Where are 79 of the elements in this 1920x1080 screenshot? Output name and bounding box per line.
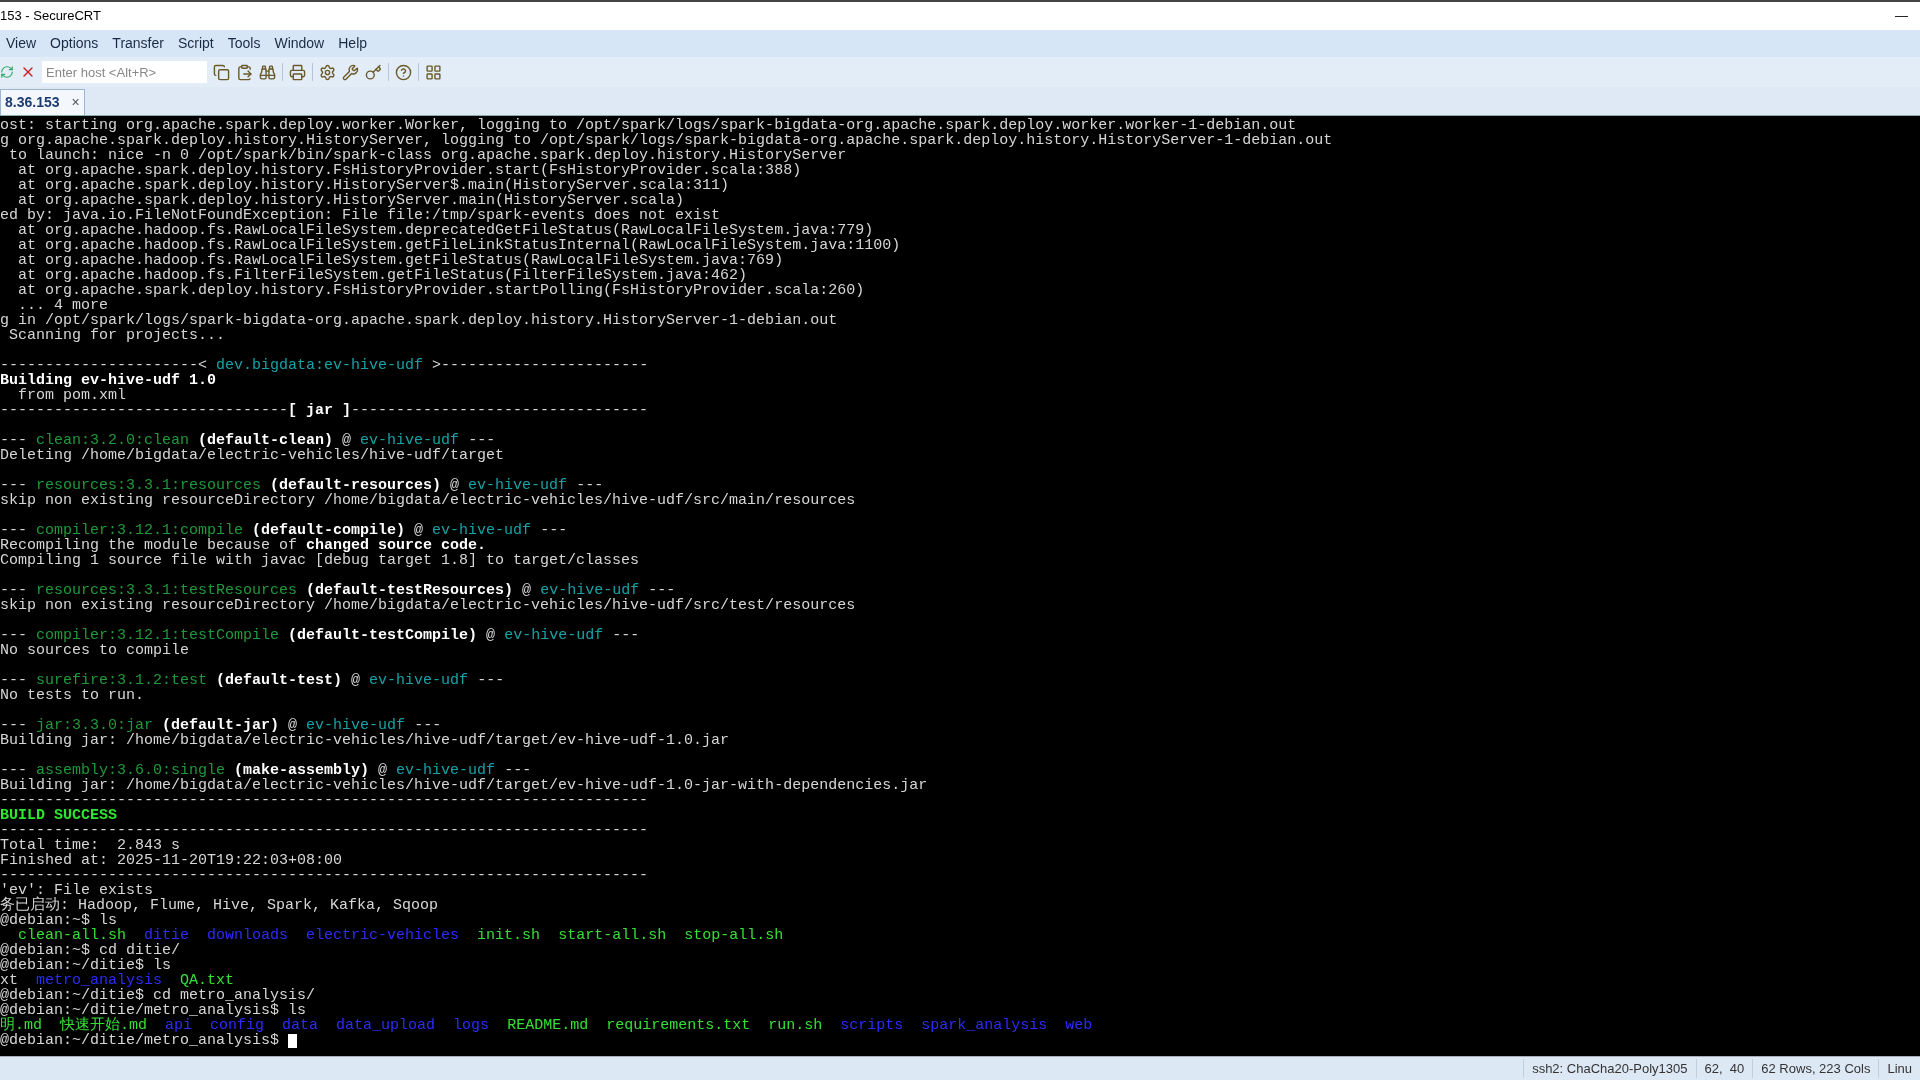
window-title: 153 - SecureCRT [0,7,101,26]
status-text: 62, 40 [1695,1058,1753,1079]
terminal-line: g org.apache.spark.deploy.history.HistoryServer, logging to /opt/spark/logs/spark-bigdata-org.apache.spark.deploy.history.HistoryServer-1-debian.out [0,133,1333,148]
terminal-line: --------------------------------[ jar ]--------------------------------- [0,403,649,418]
terminal-line: to launch: nice -n 0 /opt/spark/bin/spark-class org.apache.spark.deploy.history.HistoryServer [8,148,847,163]
terminal-line: ed by: java.io.FileNotFoundException: File file:/tmp/spark-events does not exist [0,208,721,223]
terminal-line: Building jar: /home/bigdata/electric-vehicles/hive-udf/target/ev-hive-udf-1.0.jar [0,733,730,748]
tab-close-button[interactable]: × [71,92,80,113]
menu-item[interactable]: Script [171,33,220,54]
terminal-line: ------------------------------------------------------------------------ [0,823,649,838]
terminal-line: xt metro_analysis QA.txt [0,973,235,988]
terminal-line: No sources to compile [0,643,190,658]
terminal-line: at org.apache.spark.deploy.history.HistoryServer.main(HistoryServer.scala) [17,193,685,208]
wrench-icon[interactable] [342,63,359,81]
menu-item[interactable]: Tools [221,33,267,54]
terminal-line: Compiling 1 source file with javac [debug target 1.8] to target/classes [0,553,640,568]
host-field[interactable]: Enter host <Alt+R> [42,61,207,83]
terminal-line: Scanning for projects... [8,328,226,343]
terminal-line: No tests to run. [0,688,145,703]
terminal-line: BUILD SUCCESS [0,808,118,823]
terminal-line: @debian:~/ditie/metro_analysis$ [0,1033,280,1048]
terminal-line: Deleting /home/bigdata/electric-vehicles/hive-udf/target [0,448,505,463]
menu-item[interactable]: Window [268,33,331,54]
printer-icon[interactable] [289,63,306,81]
terminal-line: @debian:~$ ls [0,913,118,928]
menu-item[interactable]: View [0,33,43,54]
status-text: 62 Rows, 223 Cols [1752,1058,1879,1079]
session-tab[interactable]: 8.36.153 × [0,89,85,115]
terminal-line: Recompiling the module because of changed source code. [0,538,487,553]
terminal-line: --- resources:3.3.1:resources (default-resources) @ ev-hive-udf --- [0,478,604,493]
status-text: ssh2: ChaCha20-Poly1305 [1523,1058,1696,1079]
terminal-line: skip non existing resourceDirectory /home/bigdata/electric-vehicles/hive-udf/src/test/resources [0,598,856,613]
terminal-line: --- surefire:3.1.2:test (default-test) @ ev-hive-udf --- [0,673,505,688]
terminal-line: --- resources:3.3.1:testResources (default-testResources) @ ev-hive-udf --- [0,583,676,598]
terminal-line: at org.apache.hadoop.fs.RawLocalFileSystem.getFileStatus(RawLocalFileSystem.java:769) [17,253,784,268]
terminal-line: Total time: 2.843 s [0,838,181,853]
terminal-line: from pom.xml [18,388,127,403]
terminal-line: skip non existing resourceDirectory /home/bigdata/electric-vehicles/hive-udf/src/main/resources [0,493,856,508]
help-icon[interactable] [395,63,412,81]
terminal-line: @debian:~/ditie$ ls [0,958,172,973]
terminal-line: 务已启动: Hadoop, Flume, Hive, Spark, Kafka, Sqoop [0,898,439,913]
terminal-line: --- jar:3.3.0:jar (default-jar) @ ev-hive-udf --- [0,718,442,733]
terminal-line: at org.apache.hadoop.fs.RawLocalFileSystem.deprecatedGetFileStatus(RawLocalFileSystem.java:779) [17,223,874,238]
terminal-line: clean-all.sh ditie downloads electric-vehicles init.sh start-all.sh stop-all.sh [18,928,784,943]
terminal-line: --- compiler:3.12.1:testCompile (default-testCompile) @ ev-hive-udf --- [0,628,640,643]
menu-item[interactable]: Transfer [106,33,170,54]
settings-icon[interactable] [319,63,336,81]
status-text: Linu [1878,1058,1920,1079]
menu-item[interactable]: Help [332,33,374,54]
terminal-line: ... 4 more [17,298,109,313]
terminal-line: at org.apache.hadoop.fs.FilterFileSystem.getFileStatus(FilterFileSystem.java:462) [17,268,748,283]
terminal-line: Building jar: /home/bigdata/electric-vehicles/hive-udf/target/ev-hive-udf-1.0-jar-with-dependencies.jar [0,778,928,793]
terminal-line: ------------------------------------------------------------------------ [0,793,649,808]
menu-item[interactable]: Options [44,33,105,54]
terminal-line: ------------------------------------------------------------------------ [0,868,649,883]
key-icon[interactable] [365,63,382,81]
paste-icon[interactable] [236,63,253,81]
minimize-button[interactable]: — [1883,6,1920,26]
terminal-line: @debian:~/ditie$ cd metro_analysis/ [0,988,316,1003]
terminal-line: Building ev-hive-udf 1.0 [0,373,217,388]
terminal-line: Finished at: 2025-11-20T19:22:03+08:00 [0,853,343,868]
terminal-line: at org.apache.hadoop.fs.RawLocalFileSystem.getFileLinkStatusInternal(RawLocalFileSystem.java:1100) [17,238,901,253]
copy-icon[interactable] [213,63,230,81]
terminal-line: --- assembly:3.6.0:single (make-assembly) @ ev-hive-udf --- [0,763,532,778]
terminal-line: @debian:~/ditie/metro_analysis$ ls [0,1003,307,1018]
terminal-line: ost: starting org.apache.spark.deploy.worker.Worker, logging to /opt/spark/logs/spark-bigdata-org.apache.spark.deploy.worker.worker-1-debian.out [0,118,1297,133]
binoculars-icon[interactable] [259,63,276,81]
terminal-line: @debian:~$ cd ditie/ [0,943,181,958]
terminal-panel[interactable] [0,115,1920,1056]
terminal-line: at org.apache.spark.deploy.history.FsHistoryProvider.start(FsHistoryProvider.scala:388) [17,163,802,178]
terminal-line: at org.apache.spark.deploy.history.FsHistoryProvider.startPolling(FsHistoryProvider.scala:260) [17,283,865,298]
terminal-line: 明.md 快速开始.md api config data data_upload logs README.md requirements.txt run.sh scripts spark_analysis web [0,1018,1093,1033]
terminal-line: g in /opt/spark/logs/spark-bigdata-org.apache.spark.deploy.history.HistoryServer-1-debian.out [0,313,838,328]
window-icon[interactable] [425,63,442,81]
terminal-line: at org.apache.spark.deploy.history.HistoryServer$.main(HistoryServer.scala:311) [17,178,730,193]
tab-label: 8.36.153 [5,93,60,112]
terminal-line: ----------------------< dev.bigdata:ev-hive-udf >----------------------- [0,358,649,373]
terminal-line: --- clean:3.2.0:clean (default-clean) @ ev-hive-udf --- [0,433,496,448]
terminal-line: --- compiler:3.12.1:compile (default-compile) @ ev-hive-udf --- [0,523,568,538]
